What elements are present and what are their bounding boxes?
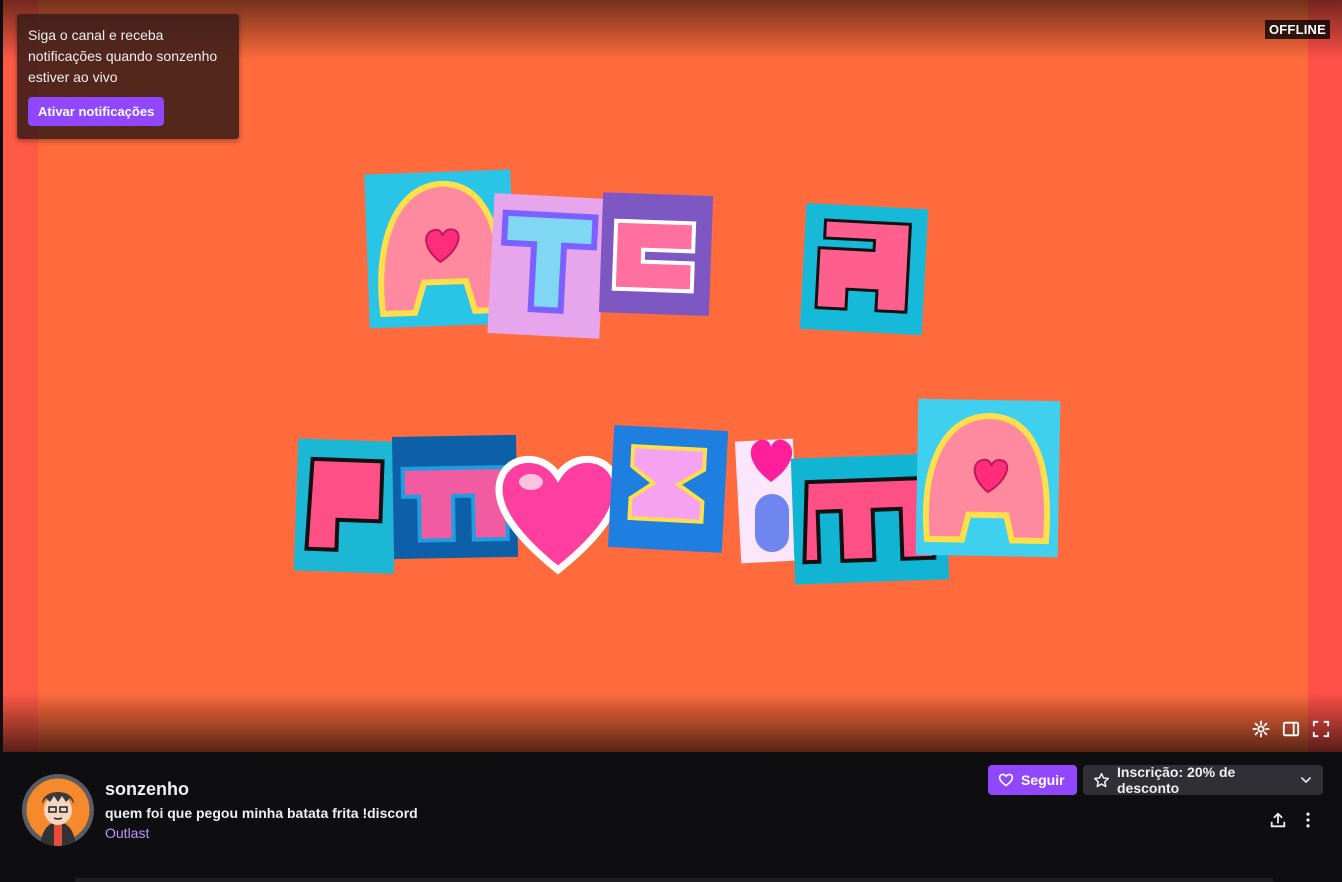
more-options-icon[interactable]: [1298, 810, 1318, 830]
subscribe-button[interactable]: Inscrição: 20% de desconto: [1083, 764, 1323, 796]
enable-notifications-button[interactable]: Ativar notificações: [28, 97, 165, 126]
settings-icon[interactable]: [1252, 720, 1270, 738]
fullscreen-icon[interactable]: [1312, 720, 1330, 738]
star-icon: [1093, 772, 1110, 789]
channel-info-bar: sonzenho quem foi que pegou minha batata…: [0, 752, 1342, 882]
follow-button-label: Seguir: [1021, 772, 1065, 788]
video-player[interactable]: Siga o canal e receba notificações quand…: [3, 0, 1342, 752]
notification-prompt-card: Siga o canal e receba notificações quand…: [17, 14, 239, 139]
chevron-down-icon: [1299, 773, 1313, 787]
player-controls: [1252, 720, 1330, 738]
player-bottom-shade: [3, 692, 1342, 752]
subscribe-button-label: Inscrição: 20% de desconto: [1117, 764, 1236, 796]
game-category-link[interactable]: Outlast: [105, 825, 149, 841]
offline-status-badge: OFFLINE: [1264, 20, 1330, 39]
content-divider: [75, 878, 1273, 882]
notification-prompt-text: Siga o canal e receba notificações quand…: [28, 27, 218, 85]
follow-button[interactable]: Seguir: [988, 765, 1077, 795]
stream-title: quem foi que pegou minha batata frita !d…: [105, 805, 418, 821]
heart-icon: [998, 772, 1014, 788]
theatre-mode-icon[interactable]: [1282, 720, 1300, 738]
channel-avatar[interactable]: [22, 774, 94, 846]
channel-name[interactable]: sonzenho: [105, 779, 189, 800]
share-icon[interactable]: [1268, 810, 1288, 830]
